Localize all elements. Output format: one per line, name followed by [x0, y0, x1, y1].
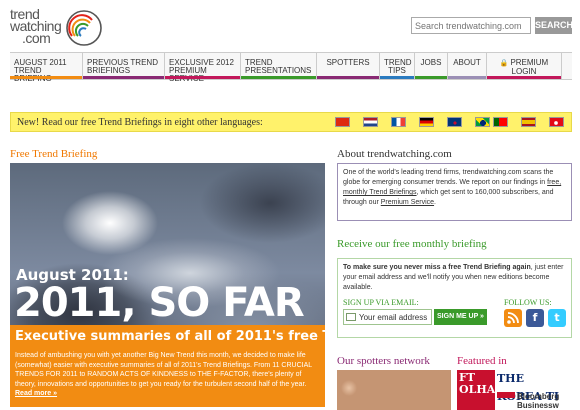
premium-service-link[interactable]: Premium Service	[381, 199, 434, 206]
nav-item-about[interactable]: About	[448, 53, 487, 79]
follow-label: FOLLOW US:	[504, 298, 552, 307]
nav-item-label: Exclusive 2012 Premium Service	[169, 58, 234, 83]
germany-flag[interactable]	[419, 117, 434, 127]
logo-rings-icon	[66, 10, 102, 46]
lock-icon: 🔒	[499, 60, 511, 67]
spotters-photo[interactable]	[337, 370, 451, 410]
envelope-icon	[346, 313, 356, 321]
read-more-link[interactable]: Read more »	[15, 390, 57, 397]
about-box: One of the world's leading trend firms, …	[337, 163, 572, 221]
nav-item-underline	[241, 76, 316, 79]
portugal-flag[interactable]	[493, 117, 508, 127]
china-flag[interactable]	[335, 117, 350, 127]
language-bar: New! Read our free Trend Briefings in ei…	[10, 112, 572, 132]
nav-item-underline	[415, 76, 447, 79]
nav-item-label: Previous Trend Briefings	[87, 58, 158, 75]
nav-item-underline	[317, 76, 379, 79]
nav-item-label: About	[453, 58, 481, 67]
nav-item-underline	[487, 76, 561, 79]
rss-icon[interactable]	[504, 309, 522, 327]
spain-flag[interactable]	[521, 117, 536, 127]
spotters-network-title[interactable]: Our spotters network	[337, 355, 430, 367]
logo-wordmark: trend watching .com	[10, 7, 62, 45]
nav-item-spotters[interactable]: Spotters	[317, 53, 380, 79]
about-title: About trendwatching.com	[337, 148, 452, 160]
trendwatching-logo[interactable]: trend watching .com	[10, 6, 102, 46]
small-red-logo	[497, 392, 515, 398]
nav-item-underline	[380, 76, 414, 79]
netherlands-flag[interactable]	[363, 117, 378, 127]
hero-body-text: Instead of ambushing you with yet anothe…	[15, 352, 312, 388]
signup-label: SIGN UP VIA EMAIL:	[343, 298, 419, 307]
nav-item-underline	[83, 76, 164, 79]
nav-item-trend-presentations[interactable]: Trend Presentations	[241, 53, 317, 79]
nav-item-underline	[165, 76, 240, 79]
newsletter-text: To make sure you never miss a free Trend…	[343, 263, 569, 293]
brazil-flag[interactable]	[475, 117, 490, 127]
twitter-icon[interactable]: t	[548, 309, 566, 327]
hero-headline: 2011, SO FAR	[14, 280, 305, 326]
hero-tagline[interactable]: Executive summaries of all of 2011's fre…	[10, 325, 325, 349]
turkey-flag[interactable]	[549, 117, 564, 127]
nav-item-august-2011-trend-briefing[interactable]: August 2011 Trend Briefing	[10, 53, 83, 83]
main-nav: August 2011 Trend Briefing Previous Trend…	[10, 52, 572, 83]
featured-in-logos: FT OLHA THE KOREA TI Bloomberg Businessw	[457, 370, 572, 410]
nav-item-label: Trend Presentations	[245, 58, 312, 75]
nav-item-jobs[interactable]: Jobs	[415, 53, 448, 79]
korea-flag[interactable]	[447, 117, 462, 127]
facebook-icon[interactable]: f	[526, 309, 544, 327]
email-field[interactable]	[343, 309, 432, 325]
about-text-3: .	[434, 199, 436, 206]
search-input[interactable]	[411, 17, 531, 34]
nav-item-label: Premium Login	[510, 58, 549, 76]
hero-body: Instead of ambushing you with yet anothe…	[10, 349, 325, 407]
nav-item-previous-trend-briefings[interactable]: Previous Trend Briefings	[83, 53, 165, 79]
free-trend-briefing-title[interactable]: Free Trend Briefing	[10, 148, 97, 160]
nav-item-underline	[448, 76, 486, 79]
nav-item-underline	[10, 76, 82, 79]
nav-item-trend-tips[interactable]: Trend Tips	[380, 53, 415, 79]
sign-up-button[interactable]: SIGN ME UP »	[434, 309, 487, 325]
nav-item-premium-login[interactable]: 🔒 Premium Login	[487, 53, 562, 79]
search-button[interactable]: SEARCH	[535, 17, 573, 34]
nav-item-exclusive-2012-premium-service[interactable]: Exclusive 2012 Premium Service	[165, 53, 241, 83]
about-text-1: One of the world's leading trend firms, …	[343, 169, 554, 186]
briefing-hero[interactable]: August 2011: 2011, SO FAR Executive summ…	[10, 163, 325, 407]
newsletter-title: Receive our free monthly briefing	[337, 238, 487, 250]
france-flag[interactable]	[391, 117, 406, 127]
korea-times-logo: THE KOREA TI	[497, 370, 572, 403]
nav-item-label: Spotters	[326, 58, 370, 67]
bloomberg-businessweek-logo: Bloomberg Businessw	[517, 392, 560, 410]
language-bar-text: New! Read our free Trend Briefings in ei…	[17, 117, 263, 128]
newsletter-lead: To make sure you never miss a free Trend…	[343, 264, 531, 271]
nav-item-label: Jobs	[420, 58, 442, 67]
nav-item-label: August 2011 Trend Briefing	[14, 58, 67, 83]
nav-item-label: Trend Tips	[384, 58, 412, 75]
financial-times-logo: FT OLHA	[457, 370, 495, 410]
featured-in-title: Featured in	[457, 355, 507, 367]
newsletter-box: To make sure you never miss a free Trend…	[337, 258, 572, 338]
